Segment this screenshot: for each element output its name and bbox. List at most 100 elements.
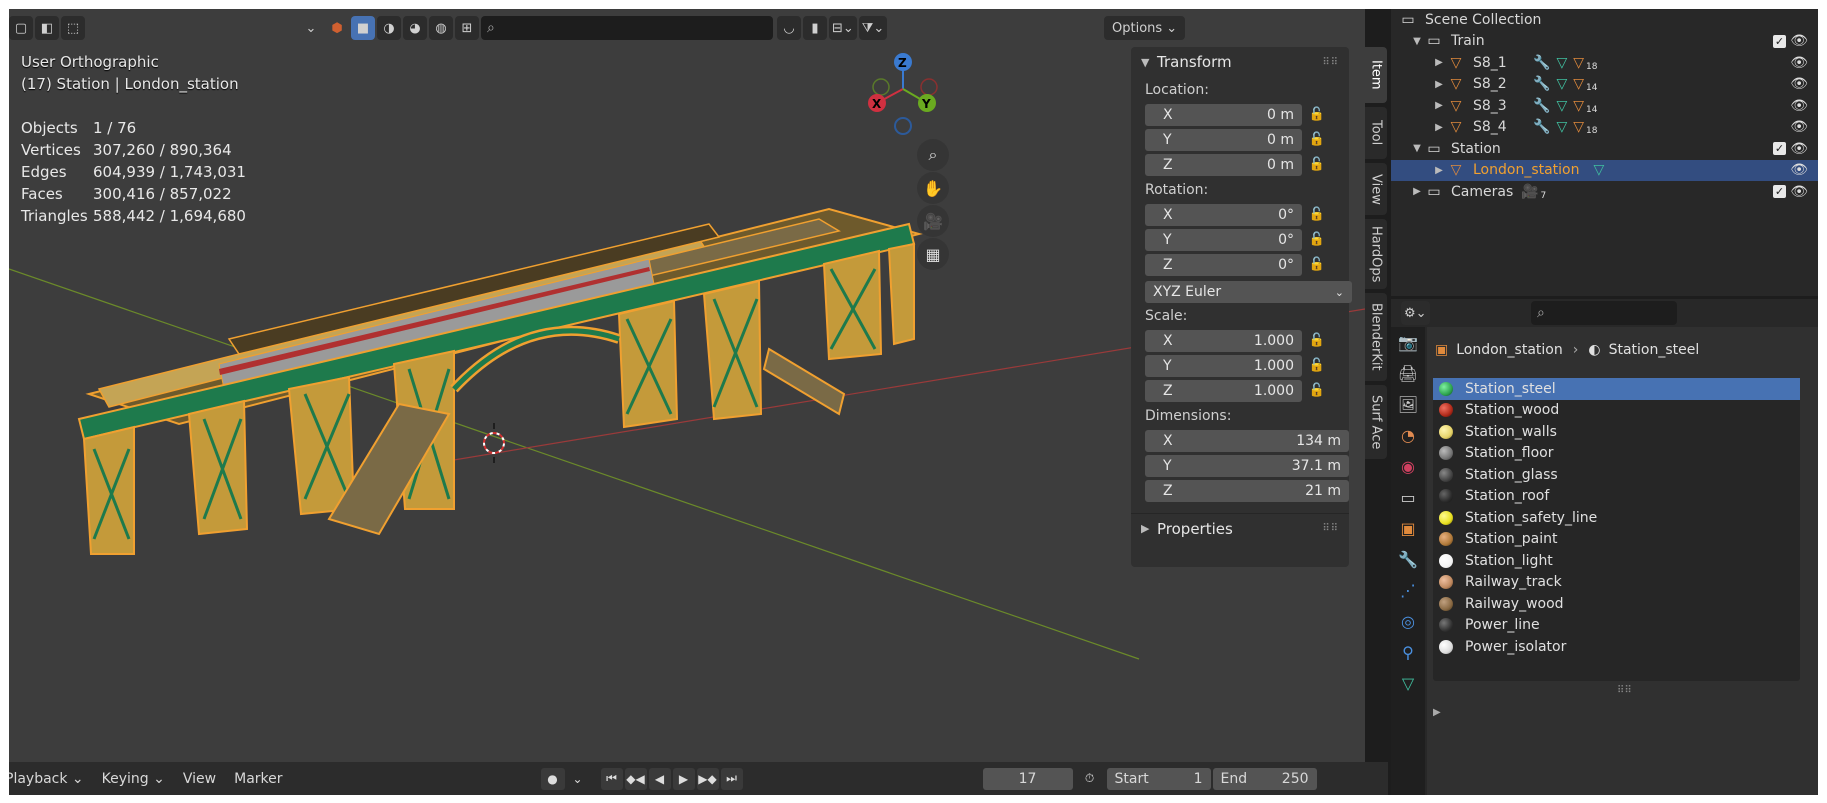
select-subtract-icon[interactable]: ⬚ [61,16,85,40]
exclude-checkbox[interactable]: ✓ [1773,34,1786,48]
material-icon[interactable]: ▽ [1573,55,1584,71]
record-icon[interactable]: ● [540,767,565,790]
material-slot[interactable]: Station_walls [1433,421,1800,443]
chevron-right-icon[interactable]: ▶ [1409,186,1425,197]
scale-y-field[interactable]: Y 1.000 [1145,354,1302,377]
list-resize-grip-icon[interactable]: ⠿⠿ [1617,685,1632,696]
material-slot[interactable]: Station_glass [1433,464,1800,486]
prev-keyframe-icon[interactable]: ◆◀ [624,767,647,790]
drag-grip-icon[interactable]: ⠿⠿ [1322,57,1339,68]
object-tab-icon[interactable]: ▣ [1391,513,1425,544]
mesh-data-icon[interactable]: ▽ [1556,55,1567,71]
wrench-icon[interactable]: 🔧 [1533,55,1550,71]
material-slot[interactable]: Station_steel [1433,378,1800,400]
start-frame-field[interactable]: Start 1 [1106,767,1211,790]
viewport-shading-dropdown[interactable]: ⌄ [299,16,323,40]
material-slot[interactable]: Station_roof [1433,486,1800,508]
chevron-down-icon[interactable]: ▼ [1409,36,1425,47]
chevron-down-icon[interactable]: ⌄ [567,768,589,790]
transform-panel-header[interactable]: ▼ Transform ⠿⠿ [1131,47,1349,77]
chevron-right-icon[interactable]: ▶ [1433,707,1441,718]
properties-search-input[interactable]: ⌕ [1531,301,1677,325]
eye-icon[interactable]: 👁 [1790,76,1808,92]
chevron-down-icon[interactable]: ▼ [1409,143,1425,154]
ortho-grid-icon[interactable]: ▦ [917,238,949,270]
mesh-data-icon[interactable]: ▽ [1556,98,1567,114]
next-keyframe-icon[interactable]: ▶◆ [696,767,719,790]
chevron-right-icon[interactable]: ▶ [1431,100,1447,111]
shading-colorful-icon[interactable]: ⬢ [325,16,349,40]
material-slot[interactable]: Station_paint [1433,529,1800,551]
lock-icon[interactable]: 🔓 [1302,333,1332,348]
play-reverse-icon[interactable]: ◀ [648,767,671,790]
chevron-right-icon[interactable]: ▶ [1431,165,1447,176]
tab-surf-ace[interactable]: Surf Ace [1365,385,1387,459]
menu-view[interactable]: View [183,771,216,787]
physics-tab-icon[interactable]: ◎ [1391,606,1425,637]
constraints-tab-icon[interactable]: ⚲ [1391,637,1425,668]
outliner-row-cameras[interactable]: ▶ ▭ Cameras 🎥 7 ✓ 👁 [1391,181,1818,203]
material-icon[interactable]: ▽ [1573,76,1584,92]
material-slot[interactable]: Power_isolator [1433,636,1800,658]
menu-playback[interactable]: Playback ⌄ [9,771,84,787]
outliner-row-station[interactable]: ▼ ▭ Station ✓ 👁 [1391,138,1818,160]
chevron-right-icon[interactable]: ▶ [1431,79,1447,90]
dimensions-x-field[interactable]: X 134 m [1145,429,1349,452]
jump-end-icon[interactable]: ⏭ [720,767,743,790]
tab-view[interactable]: View [1365,163,1387,215]
rotation-y-field[interactable]: Y 0° [1145,228,1302,251]
3d-viewport[interactable]: Z X Y ⌕ ✋ 🎥 ▦ ▢ ◧ ⬚ ⌄ ⬢ ■ ◑ ◕ ◍ ⊞ ⌕ ◡ ▮ … [9,9,1365,762]
tab-item[interactable]: Item [1365,47,1387,103]
outliner-row-s8-2[interactable]: ▶ ▽ S8_2 🔧 ▽ ▽ 14 👁 [1391,74,1818,96]
view-layer-tab-icon[interactable]: 🖼 [1391,389,1425,420]
rotation-z-field[interactable]: Z 0° [1145,253,1302,276]
outliner-row-london-station[interactable]: ▶ ▽ London_station ▽ 👁 [1391,159,1818,181]
solid-shading-icon[interactable]: ■ [351,16,375,40]
render-tab-icon[interactable]: 📷 [1391,327,1425,358]
material-shading-icon[interactable]: ◑ [377,16,401,40]
eye-icon[interactable]: 👁 [1790,184,1808,200]
scale-z-field[interactable]: Z 1.000 [1145,379,1302,402]
lock-icon[interactable]: 🔓 [1302,232,1332,247]
eye-icon[interactable]: 👁 [1790,98,1808,114]
pan-hand-icon[interactable]: ✋ [917,172,949,204]
material-slot[interactable]: Station_light [1433,550,1800,572]
rotation-mode-select[interactable]: XYZ Euler ⌄ [1145,281,1352,303]
scale-x-field[interactable]: X 1.000 [1145,329,1302,352]
data-tab-icon[interactable]: ▽ [1391,668,1425,699]
material-slot-list[interactable]: Station_steel Station_wood Station_walls… [1433,378,1800,681]
lock-icon[interactable]: 🔓 [1302,207,1332,222]
material-slot[interactable]: Railway_track [1433,572,1800,594]
jump-start-icon[interactable]: ⏮ [600,767,623,790]
tab-blenderkit[interactable]: BlenderKit [1365,293,1387,381]
zoom-icon[interactable]: ⌕ [917,139,949,171]
stopwatch-icon[interactable]: ⏱ [1079,768,1101,790]
dimensions-y-field[interactable]: Y 37.1 m [1145,454,1349,477]
select-box-icon[interactable]: ▢ [9,16,33,40]
particles-tab-icon[interactable]: ⋰ [1391,575,1425,606]
world-tab-icon[interactable]: ◉ [1391,451,1425,482]
xray-icon[interactable]: ⊞ [455,16,479,40]
chevron-right-icon[interactable]: ▶ [1431,122,1447,133]
gizmo-z-label[interactable]: Z [898,52,907,74]
exclude-checkbox[interactable]: ✓ [1773,185,1786,199]
eye-icon[interactable]: 👁 [1790,162,1808,178]
menu-marker[interactable]: Marker [234,771,282,787]
lock-icon[interactable]: 🔓 [1302,107,1332,122]
layout-icon[interactable]: ⊟⌄ [829,16,857,40]
camera-view-icon[interactable]: 🎥 [917,205,949,237]
viewport-search-input[interactable]: ⌕ [481,16,773,40]
mesh-data-icon[interactable]: ▽ [1594,162,1605,178]
play-icon[interactable]: ▶ [672,767,695,790]
tab-hardops[interactable]: HardOps [1365,219,1387,289]
material-slot[interactable]: Station_floor [1433,443,1800,465]
material-icon[interactable]: ▽ [1573,98,1584,114]
rotation-x-field[interactable]: X 0° [1145,203,1302,226]
gizmo-y-label[interactable]: Y [922,93,931,115]
eye-icon[interactable]: 👁 [1790,141,1808,157]
bookmark-icon[interactable]: ▮ [803,16,827,40]
material-slot[interactable]: Station_wood [1433,400,1800,422]
gizmo-x-label[interactable]: X [872,93,881,115]
mesh-data-icon[interactable]: ▽ [1556,119,1567,135]
end-frame-field[interactable]: End 250 [1212,767,1317,790]
